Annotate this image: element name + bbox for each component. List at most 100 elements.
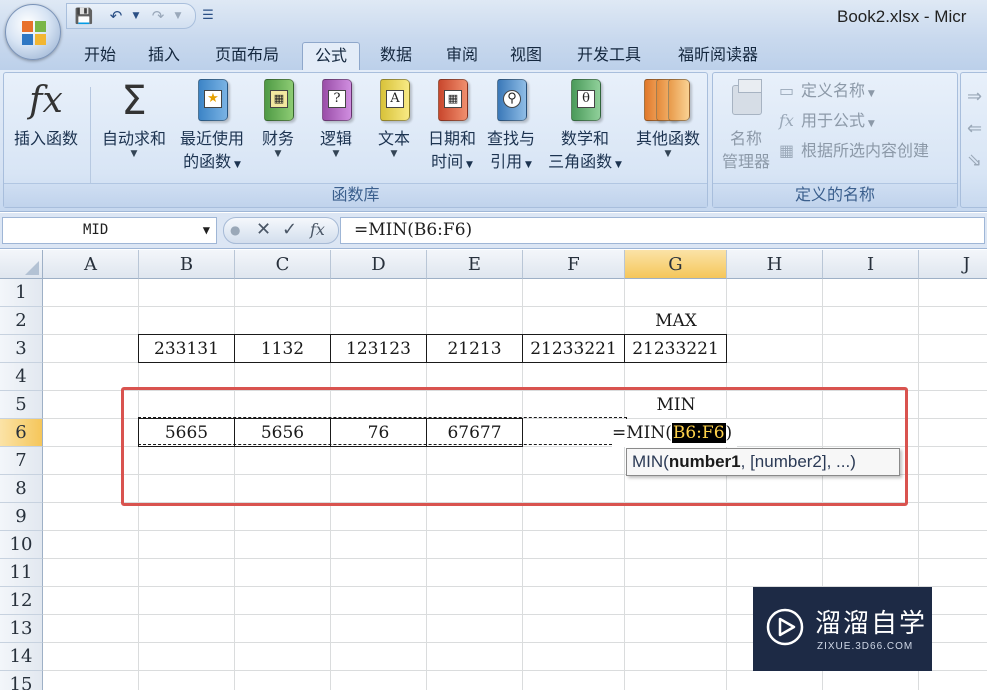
- name-manager-button[interactable]: 名称 管理器: [715, 77, 777, 173]
- cell-e3[interactable]: 21213: [426, 334, 523, 363]
- row-header-10[interactable]: 10: [0, 531, 43, 559]
- insert-function-button[interactable]: fx 插入函数: [6, 77, 86, 150]
- tab-data[interactable]: 数据: [368, 42, 424, 70]
- fx-small-icon: fx: [779, 111, 794, 130]
- tab-home[interactable]: 开始: [72, 42, 128, 70]
- logical-button[interactable]: ? 逻辑 ▼: [312, 77, 360, 159]
- tab-developer[interactable]: 开发工具: [564, 42, 654, 70]
- text-book-icon: A: [374, 77, 414, 125]
- create-from-selection-button[interactable]: ▦ 根据所选内容创建: [779, 137, 929, 165]
- star-book-icon: ★: [192, 77, 232, 125]
- cell-b3[interactable]: 233131: [138, 334, 235, 363]
- select-all-button[interactable]: [0, 250, 43, 279]
- cell-c3[interactable]: 1132: [234, 334, 331, 363]
- column-header-c[interactable]: C: [235, 250, 331, 279]
- play-logo-icon: [766, 608, 804, 646]
- chevron-down-icon: ▼: [390, 149, 398, 159]
- tab-view[interactable]: 视图: [498, 42, 554, 70]
- tab-foxit-reader[interactable]: 福昕阅读器: [664, 42, 772, 70]
- name-manager-icon: [726, 77, 766, 125]
- redo-icon[interactable]: ↷: [148, 6, 168, 26]
- row-header-14[interactable]: 14: [0, 643, 43, 671]
- use-in-formula-button[interactable]: fx 用于公式 ▼: [779, 107, 875, 138]
- resize-handle-icon[interactable]: ●: [230, 223, 240, 237]
- cell-g2[interactable]: MAX: [625, 307, 727, 335]
- watermark-logo: 溜溜自学 ZIXUE.3D66.COM: [753, 587, 932, 671]
- row-header-12[interactable]: 12: [0, 587, 43, 615]
- tag-icon: ▭: [779, 81, 795, 100]
- tab-page-layout[interactable]: 页面布局: [202, 42, 292, 70]
- grid-icon: ▦: [779, 141, 795, 160]
- function-library-group: fx 插入函数 Σ 自动求和 ▼ ★ 最近使用 的函数 ▼ ▦ 财务 ▼ ? 逻…: [3, 72, 708, 208]
- watermark-text: 溜溜自学: [815, 609, 928, 639]
- row-header-5[interactable]: 5: [0, 391, 43, 419]
- row-header-6[interactable]: 6: [0, 419, 43, 447]
- insert-function-icon[interactable]: fx: [310, 220, 325, 239]
- auditing-icons[interactable]: ⇒ ⇐ ⇘: [967, 81, 982, 177]
- row-header-11[interactable]: 11: [0, 559, 43, 587]
- tab-formulas[interactable]: 公式: [302, 42, 360, 70]
- ribbon-tabs: 开始 插入 页面布局 公式 数据 审阅 视图 开发工具 福昕阅读器: [0, 38, 987, 70]
- undo-icon[interactable]: ↶: [106, 6, 126, 26]
- formula-tools: ● ✕ ✓ fx: [223, 217, 339, 244]
- row-header-3[interactable]: 3: [0, 335, 43, 363]
- tab-insert[interactable]: 插入: [136, 42, 192, 70]
- defined-names-label: 定义的名称: [713, 183, 957, 207]
- row-header-8[interactable]: 8: [0, 475, 43, 503]
- save-icon[interactable]: 💾: [74, 6, 94, 26]
- financial-button[interactable]: ▦ 财务 ▼: [254, 77, 302, 159]
- column-header-j[interactable]: J: [919, 250, 987, 279]
- function-argument-tooltip[interactable]: MIN(number1, [number2], ...): [626, 448, 900, 476]
- column-header-b[interactable]: B: [139, 250, 235, 279]
- row-header-4[interactable]: 4: [0, 363, 43, 391]
- row-header-9[interactable]: 9: [0, 503, 43, 531]
- column-header-i[interactable]: I: [823, 250, 919, 279]
- cell-g3[interactable]: 21233221: [624, 334, 727, 363]
- row-header-15[interactable]: 15: [0, 671, 43, 690]
- math-trig-button[interactable]: θ 数学和 三角函数 ▼: [540, 77, 630, 177]
- office-button[interactable]: [5, 4, 61, 60]
- financial-book-icon: ▦: [258, 77, 298, 125]
- text-button[interactable]: A 文本 ▼: [370, 77, 418, 159]
- chevron-down-icon: ▼: [332, 149, 340, 159]
- cancel-icon[interactable]: ✕: [256, 219, 271, 240]
- redo-dropdown-icon[interactable]: ▼: [168, 6, 188, 26]
- annotation-red-frame: [121, 387, 908, 506]
- watermark-subtext: ZIXUE.3D66.COM: [817, 641, 914, 652]
- row-header-7[interactable]: 7: [0, 447, 43, 475]
- window-title: Book2.xlsx - Micr: [837, 7, 967, 26]
- define-name-button[interactable]: ▭ 定义名称 ▼: [779, 77, 875, 108]
- column-header-g[interactable]: G: [625, 250, 727, 279]
- undo-dropdown-icon[interactable]: ▼: [126, 6, 146, 26]
- books-icon: [642, 77, 694, 125]
- recently-used-button[interactable]: ★ 最近使用 的函数 ▼: [172, 77, 252, 177]
- column-header-e[interactable]: E: [427, 250, 523, 279]
- lookup-reference-button[interactable]: ⚲ 查找与 引用 ▼: [480, 77, 542, 177]
- column-header-h[interactable]: H: [727, 250, 823, 279]
- date-time-button[interactable]: ▦ 日期和 时间 ▼: [422, 77, 482, 177]
- calendar-book-icon: ▦: [432, 77, 472, 125]
- row-header-1[interactable]: 1: [0, 279, 43, 307]
- row-header-2[interactable]: 2: [0, 307, 43, 335]
- customize-qat-icon[interactable]: ☰: [198, 6, 218, 26]
- more-functions-button[interactable]: 其他函数 ▼: [630, 77, 706, 159]
- column-header-f[interactable]: F: [523, 250, 625, 279]
- title-bar: 💾 ↶ ▼ ↷ ▼ ☰ Book2.xlsx - Micr: [0, 0, 987, 38]
- column-header-d[interactable]: D: [331, 250, 427, 279]
- enter-check-icon[interactable]: ✓: [282, 219, 297, 240]
- theta-book-icon: θ: [565, 77, 605, 125]
- tab-review[interactable]: 审阅: [434, 42, 490, 70]
- row-header-13[interactable]: 13: [0, 615, 43, 643]
- autosum-button[interactable]: Σ 自动求和 ▼: [94, 77, 174, 159]
- cell-d3[interactable]: 123123: [330, 334, 427, 363]
- formula-bar: MID ▼ ● ✕ ✓ fx =MIN(B6:F6): [0, 213, 987, 249]
- formula-input[interactable]: =MIN(B6:F6): [340, 217, 985, 244]
- cell-f3[interactable]: 21233221: [522, 334, 625, 363]
- chevron-down-icon[interactable]: ▼: [203, 218, 210, 243]
- column-header-a[interactable]: A: [43, 250, 139, 279]
- chevron-down-icon: ▼: [274, 149, 282, 159]
- chevron-down-icon: ▼: [130, 149, 138, 159]
- chevron-down-icon: ▼: [664, 149, 672, 159]
- name-box[interactable]: MID ▼: [2, 217, 217, 244]
- formula-auditing-group: ⇒ ⇐ ⇘: [960, 72, 987, 208]
